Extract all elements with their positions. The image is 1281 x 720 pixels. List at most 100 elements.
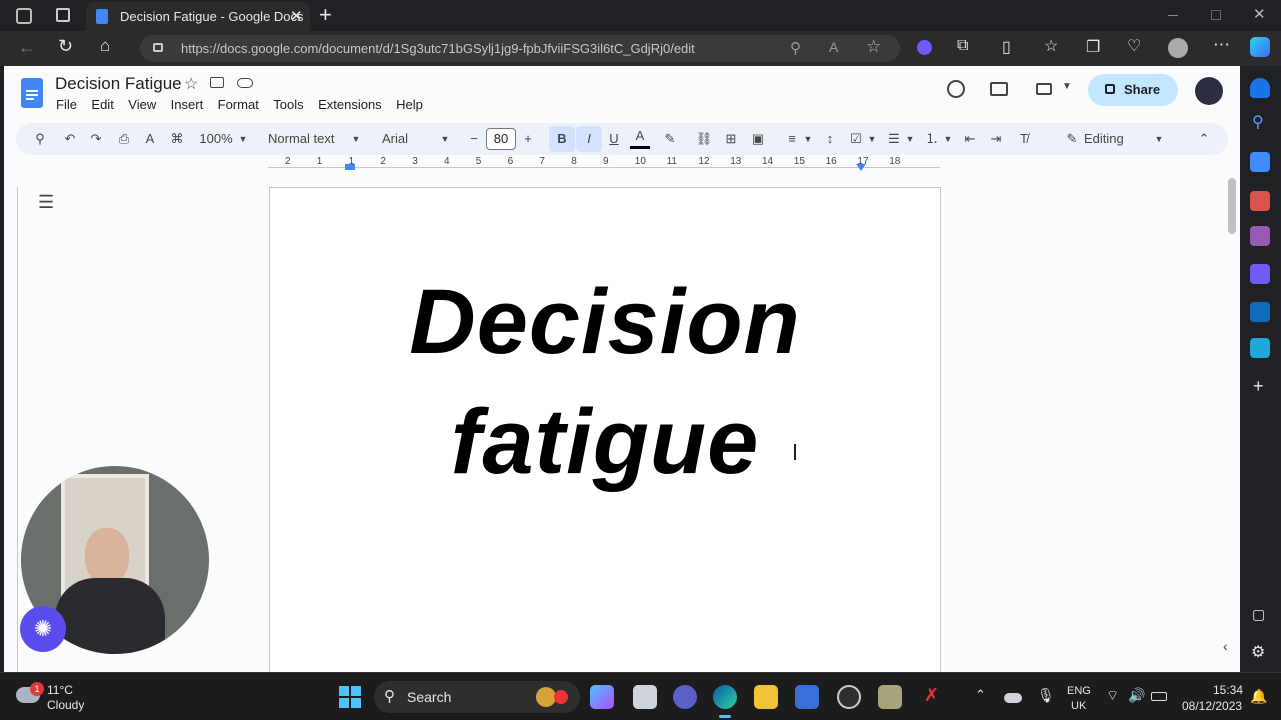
checklist-dropdown-icon[interactable]: ▼ (866, 123, 878, 155)
battery-icon[interactable] (1151, 692, 1167, 701)
onedrive-icon[interactable] (1004, 693, 1022, 703)
favorite-star-icon[interactable]: ☆ (866, 37, 881, 57)
increase-indent-icon[interactable]: ⇥ (986, 123, 1006, 155)
tab-close-icon[interactable]: ✕ (290, 7, 303, 25)
dell-icon[interactable] (837, 685, 861, 709)
tray-chevron-icon[interactable]: ⌃ (975, 687, 986, 703)
spellcheck-icon[interactable]: A (140, 123, 160, 155)
clock-date[interactable]: 08/12/2023 (1182, 699, 1242, 713)
edge-taskbar-icon[interactable] (713, 685, 737, 709)
horizontal-ruler[interactable]: 2 1 1 2 3 4 5 6 7 8 9 10 11 12 13 14 15 16 17 18 (268, 156, 940, 173)
underline-icon[interactable]: U (604, 123, 624, 155)
insert-image-icon[interactable]: ▣ (748, 123, 768, 155)
home-icon[interactable]: ⌂ (100, 36, 110, 56)
print-icon[interactable]: ⎙ (114, 123, 134, 155)
line-spacing-icon[interactable]: ↕ (820, 123, 840, 155)
comments-icon[interactable] (990, 82, 1008, 96)
font-select[interactable]: Arial (382, 123, 436, 155)
vertical-scrollbar[interactable] (1228, 178, 1236, 234)
menu-edit[interactable]: Edit (91, 97, 113, 112)
align-icon[interactable]: ≡ (782, 123, 802, 155)
version-history-icon[interactable] (947, 80, 965, 98)
drop-icon[interactable] (1250, 338, 1270, 358)
extension-icon[interactable] (917, 40, 932, 55)
m365-icon[interactable] (1250, 264, 1270, 284)
menu-tools[interactable]: Tools (273, 97, 303, 112)
read-aloud-icon[interactable]: A (829, 39, 838, 55)
copilot-icon[interactable] (1250, 37, 1270, 57)
search-menus-icon[interactable]: ⚲ (30, 123, 50, 155)
profile-avatar[interactable] (1168, 38, 1188, 58)
font-size-input[interactable]: 80 (486, 128, 516, 150)
browser-essentials-icon[interactable]: ♡ (1127, 36, 1141, 56)
notification-bell-icon[interactable]: 🔔 (1250, 688, 1267, 705)
bulleted-list-icon[interactable]: ☰ (884, 123, 904, 155)
language-top[interactable]: ENG (1067, 685, 1091, 697)
back-icon[interactable]: ← (18, 37, 36, 58)
teams-icon[interactable] (673, 685, 697, 709)
app-m-icon[interactable] (878, 685, 902, 709)
microphone-icon[interactable]: 🎙 (1037, 687, 1055, 704)
checklist-icon[interactable]: ☑ (846, 123, 866, 155)
wifi-icon[interactable]: ⌔ (1106, 687, 1119, 705)
bold-icon[interactable]: B (549, 126, 575, 152)
star-icon[interactable]: ☆ (184, 74, 198, 94)
collections-icon[interactable]: ❐ (1086, 37, 1100, 57)
body-line-1[interactable]: Decision (270, 270, 940, 375)
body-line-2[interactable]: fatigue (270, 390, 940, 495)
highlight-icon[interactable]: ✎ (660, 123, 680, 155)
sidebar-layout-icon[interactable]: ▢ (1252, 606, 1265, 623)
minimize-icon[interactable] (1168, 15, 1178, 16)
document-title[interactable]: Decision Fatigue (55, 74, 182, 94)
add-sidebar-app-icon[interactable]: + (1253, 376, 1264, 397)
italic-icon[interactable]: I (576, 126, 602, 152)
settings-more-icon[interactable]: ⋯ (1213, 35, 1230, 55)
menu-extensions[interactable]: Extensions (318, 97, 382, 112)
copilot-taskbar-icon[interactable] (590, 685, 614, 709)
hide-menus-icon[interactable]: ⌃ (1194, 123, 1214, 155)
clock-time[interactable]: 15:34 (1213, 683, 1243, 697)
link-icon[interactable]: ⛓ (694, 123, 714, 155)
account-avatar[interactable] (1195, 77, 1223, 105)
tab-actions-icon[interactable] (56, 8, 70, 22)
editing-mode-pencil-icon[interactable]: ✎ (1062, 123, 1082, 155)
decrease-font-icon[interactable]: − (466, 123, 482, 155)
extensions-puzzle-icon[interactable]: ⧉ (957, 37, 968, 55)
bell-icon[interactable] (1250, 78, 1270, 98)
left-indent-marker[interactable] (345, 164, 355, 170)
add-comment-icon[interactable]: ⊞ (721, 123, 741, 155)
editing-mode-select[interactable]: Editing (1084, 123, 1136, 155)
vertical-ruler[interactable] (4, 187, 18, 672)
numbered-list-dropdown-icon[interactable]: ▼ (942, 123, 954, 155)
language-bottom[interactable]: UK (1071, 700, 1086, 712)
games-icon[interactable] (1250, 226, 1270, 246)
weather-temp[interactable]: 11°C (47, 683, 73, 697)
split-screen-icon[interactable]: ▯ (1002, 37, 1011, 57)
document-outline-icon[interactable]: ☰ (38, 192, 54, 213)
file-explorer-icon[interactable] (633, 685, 657, 709)
new-tab-icon[interactable]: + (319, 2, 332, 28)
collapse-side-panel-icon[interactable]: ‹ (1223, 638, 1228, 654)
favorites-icon[interactable]: ☆ (1044, 36, 1058, 56)
zoom-dropdown-icon[interactable]: ▼ (236, 123, 250, 155)
zoom-select[interactable]: 100% (196, 123, 236, 155)
menu-file[interactable]: File (56, 97, 77, 112)
tools-icon[interactable] (1250, 191, 1270, 211)
url-field[interactable]: https://docs.google.com/document/d/1Sg3u… (140, 35, 900, 62)
windows-start-icon[interactable] (339, 686, 361, 708)
meet-icon[interactable] (1036, 83, 1052, 95)
sidebar-search-icon[interactable]: ⚲ (1252, 112, 1264, 132)
share-button[interactable]: Share (1088, 74, 1178, 106)
decrease-indent-icon[interactable]: ⇤ (960, 123, 980, 155)
menu-format[interactable]: Format (218, 97, 259, 112)
docs-logo-icon[interactable] (21, 78, 43, 108)
align-dropdown-icon[interactable]: ▼ (802, 123, 814, 155)
meet-dropdown-icon[interactable]: ▼ (1062, 81, 1072, 92)
font-dropdown-icon[interactable]: ▼ (438, 123, 452, 155)
undo-icon[interactable]: ↶ (60, 123, 80, 155)
redo-icon[interactable]: ↷ (86, 123, 106, 155)
move-folder-icon[interactable] (210, 77, 224, 88)
app-x-icon[interactable]: ✗ (924, 685, 939, 706)
numbered-list-icon[interactable]: ⒈ (922, 123, 942, 155)
editing-mode-dropdown-icon[interactable]: ▼ (1153, 123, 1165, 155)
